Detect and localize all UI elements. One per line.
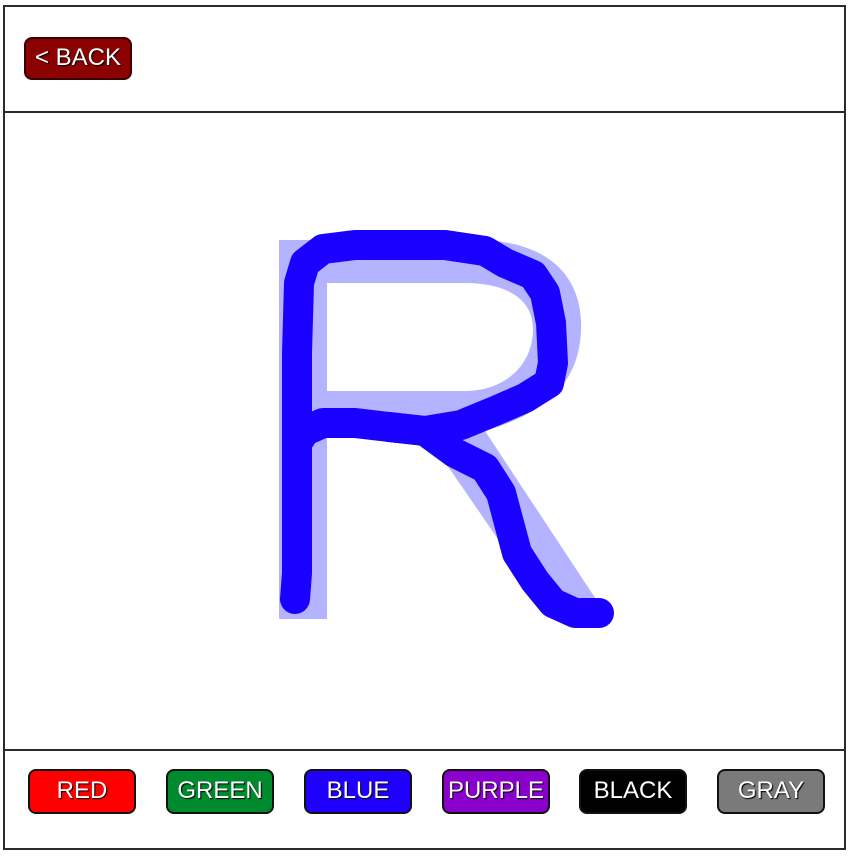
red-button[interactable]: RED (28, 769, 136, 814)
drawing-surface[interactable] (5, 113, 844, 749)
gray-button[interactable]: GRAY (717, 769, 825, 814)
purple-button[interactable]: PURPLE (442, 769, 550, 814)
color-palette: RED GREEN BLUE PURPLE BLACK GRAY (5, 749, 844, 848)
blue-button[interactable]: BLUE (304, 769, 412, 814)
drawing-canvas[interactable] (5, 113, 844, 749)
app-frame: < BACK RED GREEN BLUE PURPLE BLACK GRAY (3, 5, 846, 850)
header-bar: < BACK (5, 7, 844, 113)
green-button[interactable]: GREEN (166, 769, 274, 814)
back-button[interactable]: < BACK (24, 37, 132, 80)
black-button[interactable]: BLACK (579, 769, 687, 814)
